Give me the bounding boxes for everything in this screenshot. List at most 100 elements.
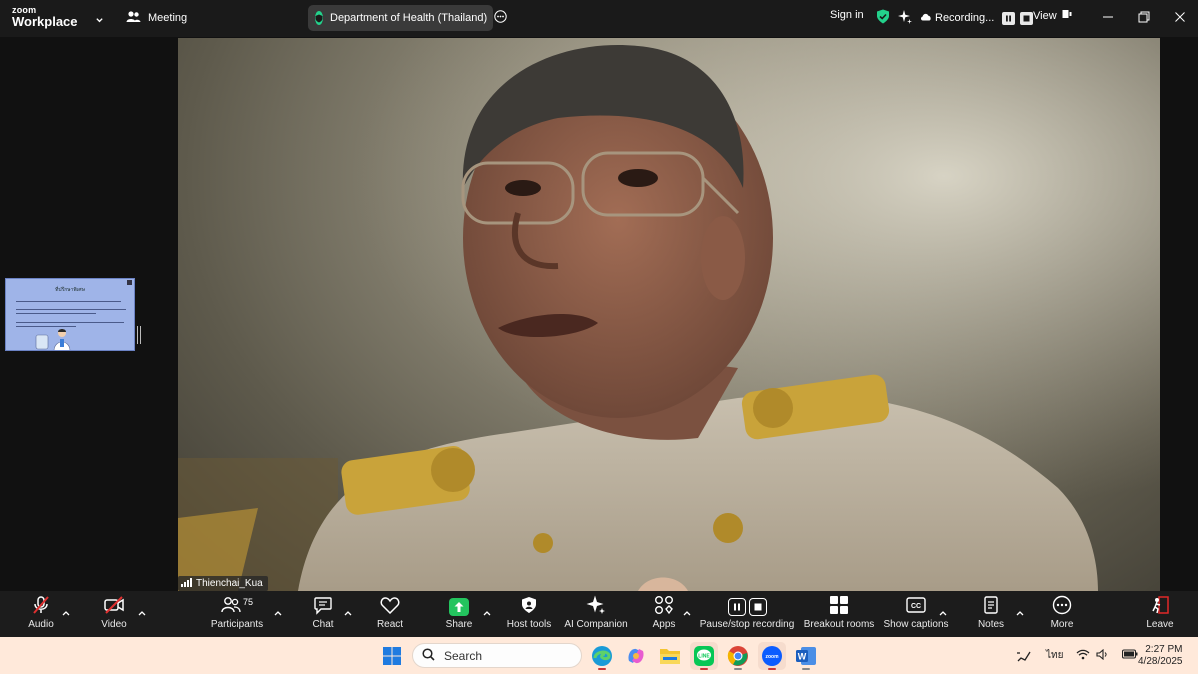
ai-companion-button[interactable]: AI Companion (564, 591, 628, 637)
ai-sparkle-icon[interactable] (898, 9, 912, 27)
recording-label: Recording... (935, 12, 995, 24)
meeting-tab[interactable]: Meeting (126, 10, 187, 26)
windows-start-icon[interactable] (378, 642, 406, 670)
view-layout-icon (1062, 9, 1072, 22)
volume-icon (1096, 648, 1108, 663)
microphone-muted-icon (31, 595, 51, 620)
video-label: Video (101, 619, 127, 630)
svg-text:W: W (798, 652, 807, 662)
people-icon (126, 10, 141, 26)
leave-button[interactable]: Leave (1144, 591, 1176, 637)
view-label: View (1033, 9, 1057, 22)
host-tools-label: Host tools (506, 619, 552, 630)
slide-text-line (16, 322, 124, 323)
camera-off-icon (103, 595, 125, 620)
line-app-icon[interactable]: LINE (690, 642, 718, 670)
breakout-rooms-button[interactable]: Breakout rooms (804, 591, 874, 637)
slide-text-line (16, 313, 96, 314)
zoom-app-icon[interactable]: zoom (758, 642, 786, 670)
slide-illustration (34, 327, 78, 350)
active-speaker-video[interactable] (178, 38, 1160, 591)
svg-text:LINE: LINE (698, 654, 710, 660)
shared-slide-thumbnail[interactable]: ที่ปรึกษาพิเศษ (5, 278, 135, 351)
participants-label: Participants (210, 619, 264, 630)
notes-options-caret-icon[interactable] (1016, 603, 1024, 621)
search-placeholder: Search (444, 648, 483, 663)
notes-button[interactable]: Notes (976, 591, 1006, 637)
copilot-icon[interactable] (622, 642, 650, 670)
more-options-icon[interactable] (494, 10, 507, 26)
clock-date: 4/28/2025 (1138, 656, 1183, 667)
pen-input-icon[interactable] (1016, 637, 1032, 674)
react-label: React (376, 619, 404, 630)
pause-stop-recording-button[interactable]: Pause/stop recording (700, 591, 794, 637)
svg-text:zoom: zoom (765, 654, 779, 660)
leave-label: Leave (1146, 619, 1174, 630)
captions-options-caret-icon[interactable] (939, 603, 947, 621)
edge-browser-icon[interactable] (588, 642, 616, 670)
slide-text-line (16, 301, 121, 302)
logo-line-2: Workplace (12, 14, 78, 29)
participants-count: 75 (242, 597, 253, 607)
react-button[interactable]: React (374, 591, 406, 637)
close-icon[interactable] (1174, 10, 1186, 28)
system-clock[interactable]: 2:27 PM 4/28/2025 (1138, 644, 1183, 668)
restore-icon[interactable] (1138, 10, 1150, 28)
leave-exit-icon (1150, 595, 1170, 620)
language-indicator[interactable]: ไทย (1046, 637, 1063, 674)
participants-options-caret-icon[interactable] (274, 603, 282, 621)
pause-stop-recording-label: Pause/stop recording (699, 619, 795, 630)
pause-icon (727, 598, 746, 616)
more-label: More (1050, 619, 1074, 630)
wifi-icon (1076, 649, 1090, 663)
svg-text:CC: CC (911, 603, 921, 610)
host-tools-button[interactable]: Host tools (505, 591, 553, 637)
security-shield-icon[interactable] (876, 9, 890, 27)
system-tray-icons[interactable] (1076, 637, 1138, 674)
audio-label: Audio (28, 619, 54, 630)
chat-label: Chat (312, 619, 334, 630)
chat-button[interactable]: Chat (308, 591, 338, 637)
meeting-info-pill[interactable]: Department of Health (Thailand) (308, 5, 507, 31)
panel-resize-handle[interactable] (137, 326, 141, 344)
pause-recording-button[interactable] (1002, 11, 1016, 25)
audio-button[interactable]: Audio (22, 591, 60, 637)
apps-button[interactable]: Apps (650, 591, 678, 637)
apps-label: Apps (652, 619, 676, 630)
participant-name-tag: Thienchai_Kua (178, 576, 268, 591)
stop-recording-button[interactable] (1020, 11, 1034, 25)
meeting-controls-toolbar: Audio Video 75 Participants Chat React S… (0, 591, 1198, 637)
minimize-icon[interactable] (1102, 10, 1114, 28)
closed-captions-icon: CC (906, 596, 926, 618)
chevron-down-icon[interactable] (95, 12, 104, 30)
video-button[interactable]: Video (96, 591, 132, 637)
heart-icon (380, 596, 400, 619)
taskbar-search-box[interactable]: Search (412, 643, 582, 668)
ai-companion-label: AI Companion (564, 619, 628, 630)
apps-options-caret-icon[interactable] (683, 603, 691, 621)
chrome-icon[interactable] (724, 642, 752, 670)
ai-companion-sparkle-icon (586, 595, 606, 620)
speaker-video-frame (178, 38, 1160, 591)
recording-indicator: Recording... (876, 9, 1034, 27)
share-options-caret-icon[interactable] (483, 603, 491, 621)
chat-options-caret-icon[interactable] (344, 603, 352, 621)
sign-in-link[interactable]: Sign in (830, 9, 864, 21)
windows-taskbar: Search LINE zoom W ไทย 2:27 PM 4/28/2025 (0, 637, 1198, 674)
file-explorer-icon[interactable] (656, 642, 684, 670)
video-options-caret-icon[interactable] (138, 603, 146, 621)
participant-name: Thienchai_Kua (196, 578, 263, 589)
breakout-rooms-grid-icon (829, 595, 849, 620)
participants-button[interactable]: 75 Participants (208, 591, 266, 637)
audio-options-caret-icon[interactable] (62, 603, 70, 621)
more-button[interactable]: More (1046, 591, 1078, 637)
stop-icon (748, 598, 767, 616)
share-button[interactable]: Share (444, 591, 474, 637)
more-ellipsis-icon (1052, 595, 1072, 620)
battery-icon (1121, 649, 1138, 662)
chat-bubble-icon (313, 595, 333, 620)
view-button[interactable]: View (1033, 9, 1072, 22)
signal-strength-icon (181, 577, 192, 590)
word-app-icon[interactable]: W (792, 642, 820, 670)
thumbnail-close-icon[interactable] (127, 280, 132, 285)
